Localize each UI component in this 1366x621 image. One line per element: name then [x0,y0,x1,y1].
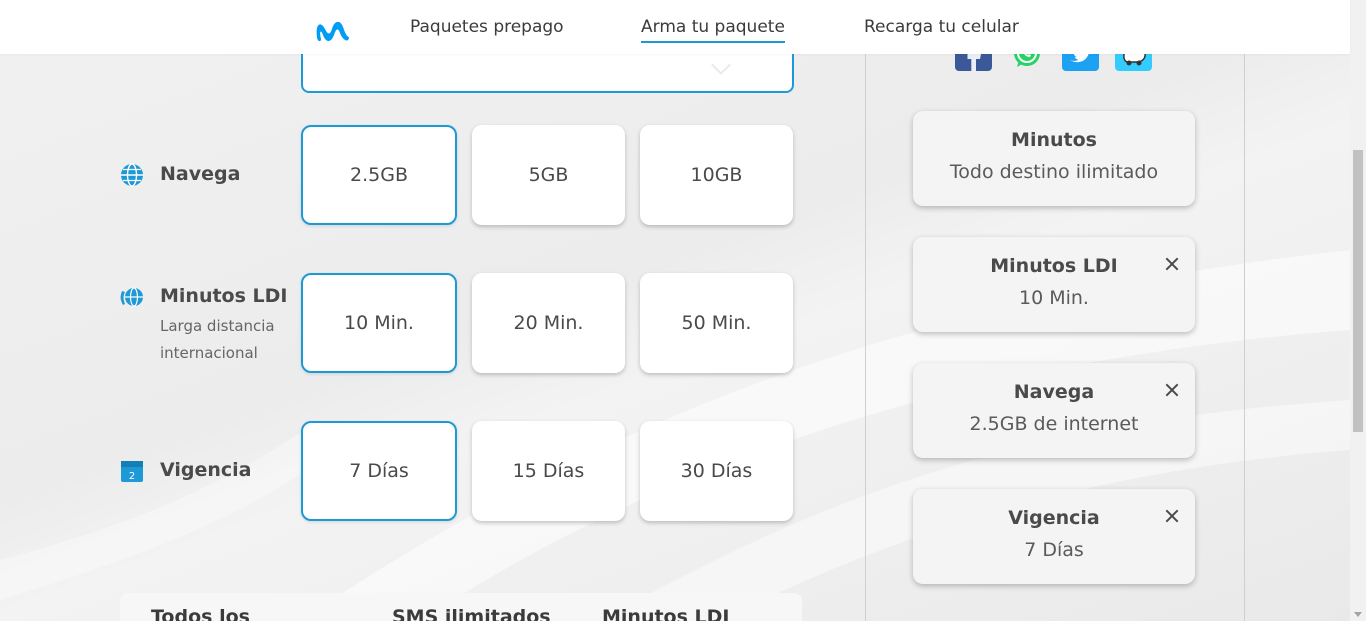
ldi-option-10[interactable]: 10 Min. [301,273,457,373]
svg-text:2: 2 [129,471,135,482]
option-label: 7 Días [349,460,409,482]
summary-card-minutos-ldi: Minutos LDI 10 Min. [913,237,1195,332]
summary-card-navega: Navega 2.5GB de internet [913,363,1195,458]
summary-value: 7 Días [1024,539,1084,561]
vigencia-option-7[interactable]: 7 Días [301,421,457,521]
chevron-down-icon [711,55,731,75]
benefit-todos: Todos los [151,606,250,621]
navega-option-2-5gb[interactable]: 2.5GB [301,125,457,225]
top-navigation-bar: Paquetes prepago Arma tu paquete Recarga… [0,0,1350,54]
navega-option-10gb[interactable]: 10GB [640,125,793,225]
globe-icon [121,163,143,187]
close-icon[interactable] [1161,505,1183,527]
summary-title: Minutos [1011,129,1097,151]
phone-globe-icon [120,287,143,307]
option-label: 50 Min. [681,312,752,334]
nav-paquetes-prepago[interactable]: Paquetes prepago [410,17,564,37]
summary-value: Todo destino ilimitado [949,161,1159,183]
summary-card-vigencia: Vigencia 7 Días [913,489,1195,584]
summary-value: 2.5GB de internet [969,413,1139,435]
benefit-ldi: Minutos LDI [602,606,730,621]
nav-arma-tu-paquete[interactable]: Arma tu paquete [641,17,785,43]
option-label: 30 Días [680,460,753,482]
nav-recarga-tu-celular[interactable]: Recarga tu celular [864,17,1019,37]
calendar-icon: 2 [121,461,143,482]
close-icon[interactable] [1161,253,1183,275]
option-label: 15 Días [512,460,585,482]
summary-card-minutos: Minutos Todo destino ilimitado [913,111,1195,206]
ldi-option-50[interactable]: 50 Min. [640,273,793,373]
option-label: 10GB [690,164,743,186]
vigencia-option-30[interactable]: 30 Días [640,421,793,521]
scrollbar-thumb[interactable] [1353,150,1363,432]
benefit-sms: SMS ilimitados [392,606,551,621]
summary-title: Navega [1013,381,1095,403]
close-icon[interactable] [1161,379,1183,401]
summary-value: 10 Min. [1019,287,1089,309]
scroll-down-arrow-icon[interactable] [1354,612,1362,617]
option-label: 20 Min. [513,312,584,334]
navega-title: Navega [160,163,241,185]
movistar-logo-icon[interactable] [313,15,351,43]
option-label: 2.5GB [350,164,408,186]
summary-title: Vigencia [1008,507,1100,529]
option-label: 5GB [528,164,569,186]
ldi-title: Minutos LDI [160,285,288,307]
ldi-option-20[interactable]: 20 Min. [472,273,625,373]
vigencia-title: Vigencia [160,459,252,481]
vigencia-option-15[interactable]: 15 Días [472,421,625,521]
option-label: 10 Min. [344,312,414,334]
navega-option-5gb[interactable]: 5GB [472,125,625,225]
vertical-scrollbar[interactable] [1350,0,1366,621]
ldi-subtitle: Larga distancia internacional [160,317,275,362]
summary-title: Minutos LDI [990,255,1118,277]
